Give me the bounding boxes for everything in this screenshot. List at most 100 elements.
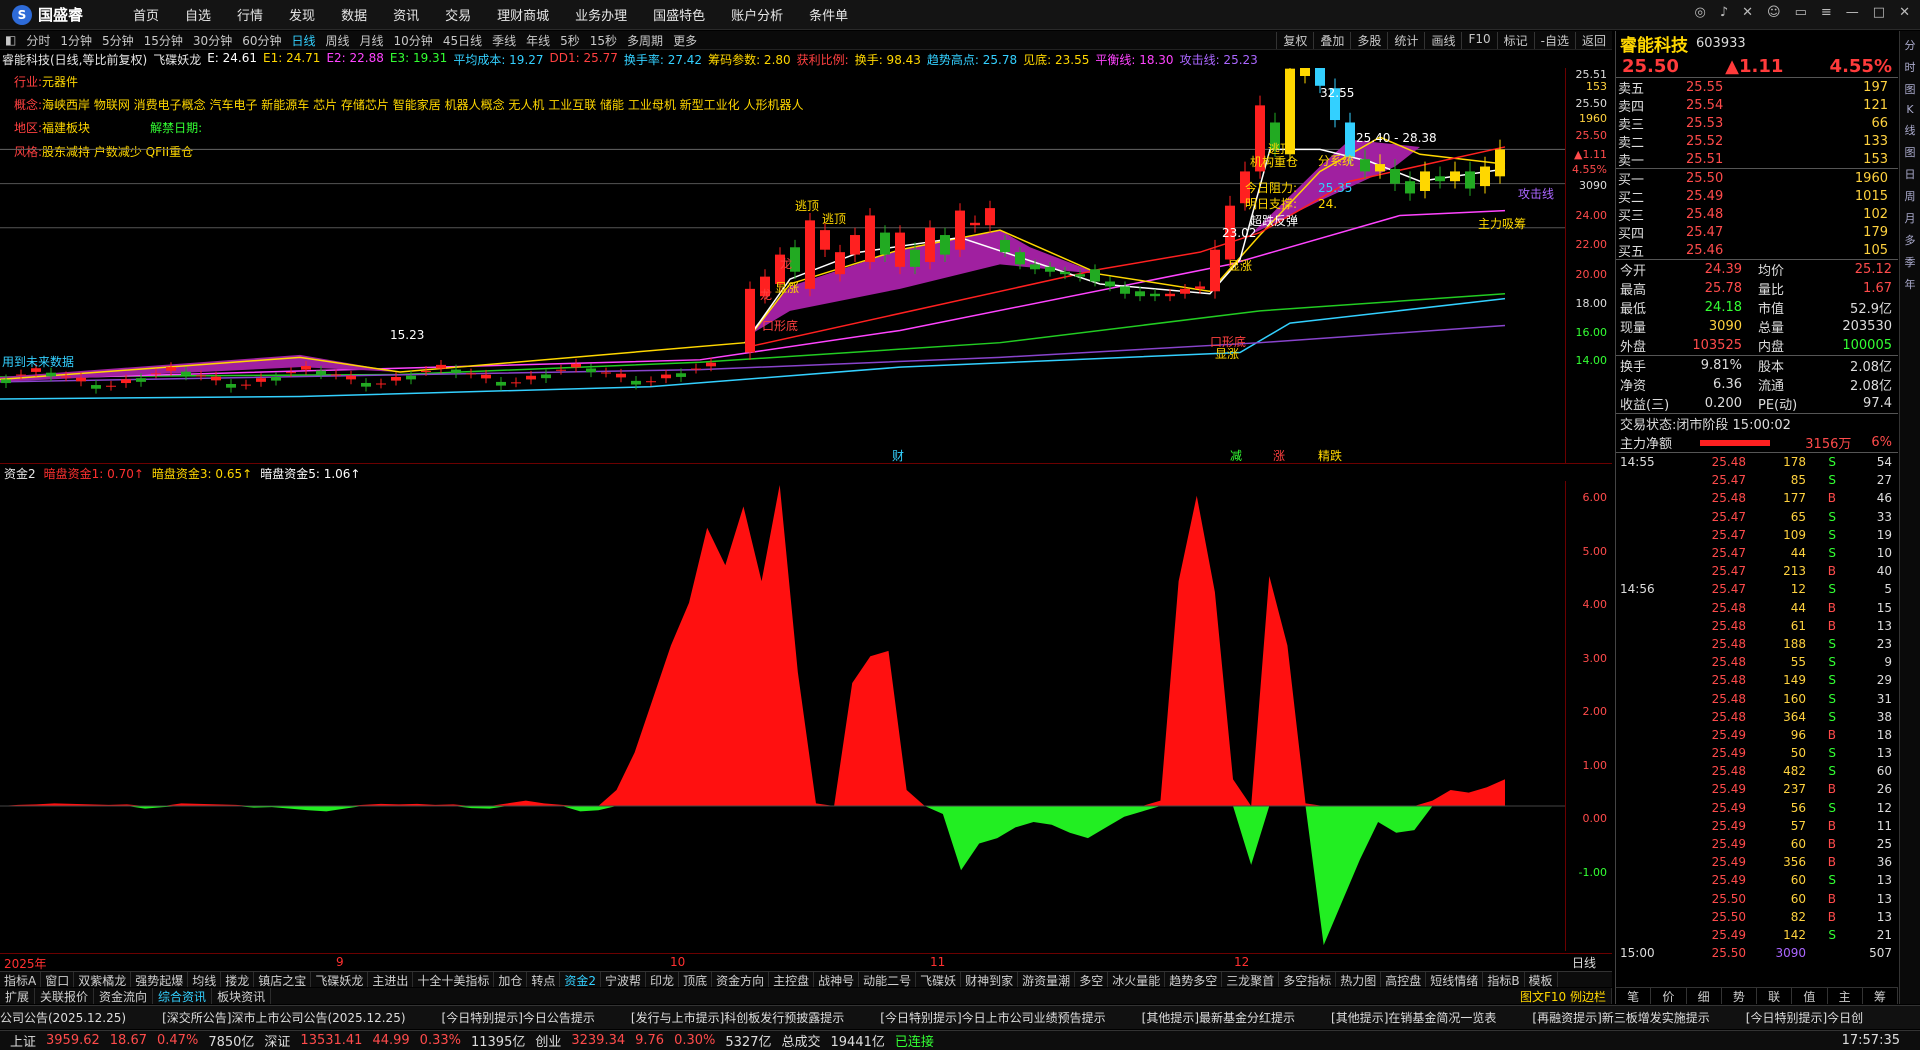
indicator-tab[interactable]: 短线情绪 [1426, 972, 1484, 987]
order-level[interactable]: 买三 25.48 102 [1616, 205, 1898, 224]
period-tab[interactable]: 10分钟 [389, 32, 438, 49]
period-tab[interactable]: 30分钟 [188, 32, 237, 49]
trade-ticks[interactable]: 14:55 25.48 178 S 54 25.47 85 S 27 25.48 177 B 46 25.… [1616, 453, 1898, 962]
order-level[interactable]: 买二 25.49 1015 [1616, 187, 1898, 206]
menu-item[interactable]: 业务办理 [562, 5, 640, 24]
news-item[interactable]: [再融资提示]新三板增发实施提示 [1532, 1009, 1709, 1026]
indicator-tab[interactable]: 飞碟妖龙 [311, 972, 369, 987]
menu-item[interactable]: 数据 [328, 5, 380, 24]
period-tab[interactable]: 45日线 [438, 32, 487, 49]
indicator-tab[interactable]: 强势起爆 [131, 972, 189, 987]
indicator-tab[interactable]: 热力图 [1336, 972, 1382, 987]
order-level[interactable]: 买一 25.50 1960 [1616, 169, 1898, 188]
info-tab[interactable]: 板块资讯 [212, 988, 272, 1004]
period-tab[interactable]: 月线 [355, 32, 389, 49]
app-logo[interactable]: S 国盛睿 [0, 4, 120, 25]
quote-tab[interactable]: 联 [1757, 988, 1793, 1004]
period-tab[interactable]: 日线 [286, 32, 320, 49]
period-tab[interactable]: 季线 [487, 32, 521, 49]
quote-tab[interactable]: 细 [1687, 988, 1722, 1004]
news-item[interactable]: [发行与上市提示]科创板发行预披露提示 [631, 1009, 844, 1026]
indicator-tab[interactable]: 冰火量能 [1108, 972, 1166, 987]
f10-sidebar-toggle[interactable]: 图文F10 例边栏 [1515, 988, 1612, 1004]
info-tab[interactable]: 综合资讯 [153, 988, 213, 1004]
order-level[interactable]: 卖二 25.52 133 [1616, 132, 1898, 151]
news-item[interactable]: [其他提示]最新基金分红提示 [1142, 1009, 1295, 1026]
menu-item[interactable]: 理财商城 [484, 5, 562, 24]
side-tool[interactable]: 周 [1905, 188, 1916, 204]
order-level[interactable]: 卖五 25.55 197 [1616, 78, 1898, 97]
indicator-tab[interactable]: 印龙 [646, 972, 680, 987]
side-tool[interactable]: 多 [1905, 232, 1916, 248]
indicator-tab[interactable]: 转点 [527, 972, 561, 987]
menu-item[interactable]: 自选 [172, 5, 224, 24]
toolbar-button[interactable]: 标记 [1496, 31, 1534, 49]
side-tool[interactable]: 时 [1905, 59, 1916, 75]
period-tab[interactable]: 多周期 [622, 32, 668, 49]
minimize-icon[interactable]: ▭ [1795, 5, 1807, 20]
side-tool[interactable]: 季 [1905, 254, 1916, 270]
side-tool[interactable]: 月 [1905, 210, 1916, 226]
info-tab[interactable]: 资金流向 [94, 988, 154, 1004]
collapse-icon[interactable]: ◧ [0, 33, 21, 47]
toolbar-button[interactable]: F10 [1461, 31, 1496, 49]
period-tab[interactable]: 5秒 [555, 32, 585, 49]
order-level[interactable]: 卖三 25.53 66 [1616, 114, 1898, 133]
indicator-tab[interactable]: 指标A [0, 972, 42, 987]
order-level[interactable]: 卖一 25.51 153 [1616, 150, 1898, 169]
indicator-tab[interactable]: 镇店之宝 [254, 972, 312, 987]
news-item[interactable]: [其他提示]在销基金简况一览表 [1331, 1009, 1496, 1026]
side-tool[interactable]: K [1906, 103, 1913, 116]
menu-item[interactable]: 资讯 [380, 5, 432, 24]
toolbar-button[interactable]: 统计 [1387, 31, 1424, 49]
quote-tab[interactable]: 值 [1792, 988, 1828, 1004]
period-tab[interactable]: 更多 [668, 32, 702, 49]
bell-icon[interactable]: ♪ [1720, 5, 1728, 20]
indicator-tab[interactable]: 多空 [1075, 972, 1109, 987]
period-tab[interactable]: 15秒 [585, 32, 622, 49]
toolbar-button[interactable]: 返回 [1574, 31, 1612, 49]
quote-tab[interactable]: 筹 [1863, 988, 1898, 1004]
order-level[interactable]: 买五 25.46 105 [1616, 241, 1898, 260]
indicator-tab[interactable]: 多空指标 [1279, 972, 1337, 987]
indicator-tab[interactable]: 资金2 [560, 972, 602, 987]
order-level[interactable]: 买四 25.47 179 [1616, 223, 1898, 242]
max-window-icon[interactable]: □ [1873, 5, 1885, 20]
period-tab[interactable]: 1分钟 [55, 32, 97, 49]
indicator-tab[interactable]: 资金方向 [712, 972, 770, 987]
indicator-tab[interactable]: 顶底 [679, 972, 713, 987]
indicator-tab[interactable]: 加仓 [494, 972, 528, 987]
kline-chart[interactable]: 32.55 15.23 25.40 - 28.38 23.02 攻击线主力吸筹用到未来数… [0, 68, 1565, 465]
indicator-tab[interactable]: 均线 [188, 972, 222, 987]
indicator-tab[interactable]: 窗口 [41, 972, 75, 987]
order-level[interactable]: 卖四 25.54 121 [1616, 96, 1898, 115]
indicator-tab[interactable]: 游资量潮 [1018, 972, 1076, 987]
news-item[interactable]: [深交所公告]深市上市公司公告(2025.12.25) [162, 1009, 405, 1026]
period-tab[interactable]: 60分钟 [237, 32, 286, 49]
period-tab[interactable]: 15分钟 [139, 32, 188, 49]
message-icon[interactable]: ◎ [1694, 5, 1705, 20]
tools-icon[interactable]: ✕ [1742, 5, 1753, 20]
indicator-tab[interactable]: 趋势多空 [1165, 972, 1223, 987]
quote-tab[interactable]: 势 [1722, 988, 1757, 1004]
indicator-tab[interactable]: 模板 [1525, 972, 1558, 987]
indicator-tab[interactable]: 飞碟妖 [916, 972, 962, 987]
toolbar-button[interactable]: 叠加 [1313, 31, 1350, 49]
period-tab[interactable]: 5分钟 [97, 32, 139, 49]
indicator-tab[interactable]: 主进出 [368, 972, 414, 987]
menu-item[interactable]: 首页 [120, 5, 172, 24]
news-item[interactable]: [今日特别提示]今日公告提示 [442, 1009, 595, 1026]
indicator-tab[interactable]: 主控盘 [769, 972, 815, 987]
period-tab[interactable]: 分时 [21, 32, 55, 49]
side-tool[interactable]: 图 [1905, 144, 1916, 160]
close-icon[interactable]: ✕ [1899, 5, 1910, 20]
indicator-tab[interactable]: 财神到家 [961, 972, 1019, 987]
menu-item[interactable]: 账户分析 [718, 5, 796, 24]
side-tool[interactable]: 分 [1905, 37, 1916, 53]
menu-item[interactable]: 国盛特色 [640, 5, 718, 24]
side-tool[interactable]: 年 [1905, 276, 1916, 292]
indicator-tab[interactable]: 战神号 [814, 972, 860, 987]
menu-item[interactable]: 行情 [224, 5, 276, 24]
quote-tab[interactable]: 主 [1828, 988, 1863, 1004]
indicator-tab[interactable]: 宁波帮 [601, 972, 647, 987]
